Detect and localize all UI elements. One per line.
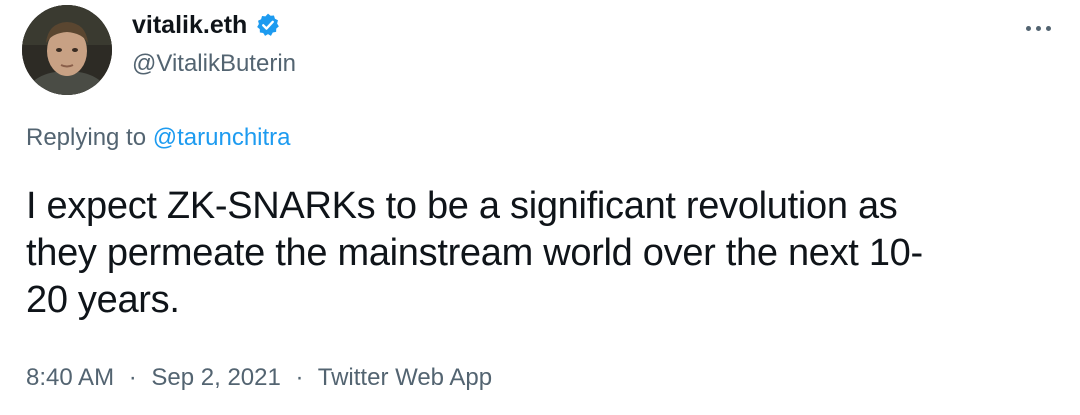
tweet-source[interactable]: Twitter Web App (318, 364, 492, 391)
meta-separator: · (295, 364, 304, 391)
tweet-date[interactable]: Sep 2, 2021 (151, 364, 280, 391)
verified-badge-icon (257, 13, 280, 36)
tweet-text-line: I expect ZK-SNARKs to be a significant r… (26, 185, 898, 227)
tweet-card: vitalik.eth @VitalikButerin Replying to … (0, 0, 1080, 415)
tweet-meta: 8:40 AM · Sep 2, 2021 · Twitter Web App (26, 364, 492, 392)
author-handle[interactable]: @VitalikButerin (132, 50, 296, 78)
more-options-icon[interactable] (1018, 18, 1058, 38)
meta-separator: · (128, 364, 137, 391)
author-display-name[interactable]: vitalik.eth (132, 11, 247, 40)
replying-to: Replying to @tarunchitra (26, 124, 291, 152)
replying-to-label: Replying to (26, 124, 147, 151)
avatar[interactable] (22, 5, 112, 95)
tweet-time[interactable]: 8:40 AM (26, 364, 114, 391)
tweet-text-line: 20 years. (26, 279, 180, 321)
tweet-text-line: they permeate the mainstream world over … (26, 232, 923, 274)
avatar-photo (22, 5, 112, 95)
author-name-row[interactable]: vitalik.eth (132, 10, 281, 40)
tweet-text: I expect ZK-SNARKs to be a significant r… (26, 183, 1036, 324)
reply-mention-link[interactable]: @tarunchitra (153, 124, 291, 151)
